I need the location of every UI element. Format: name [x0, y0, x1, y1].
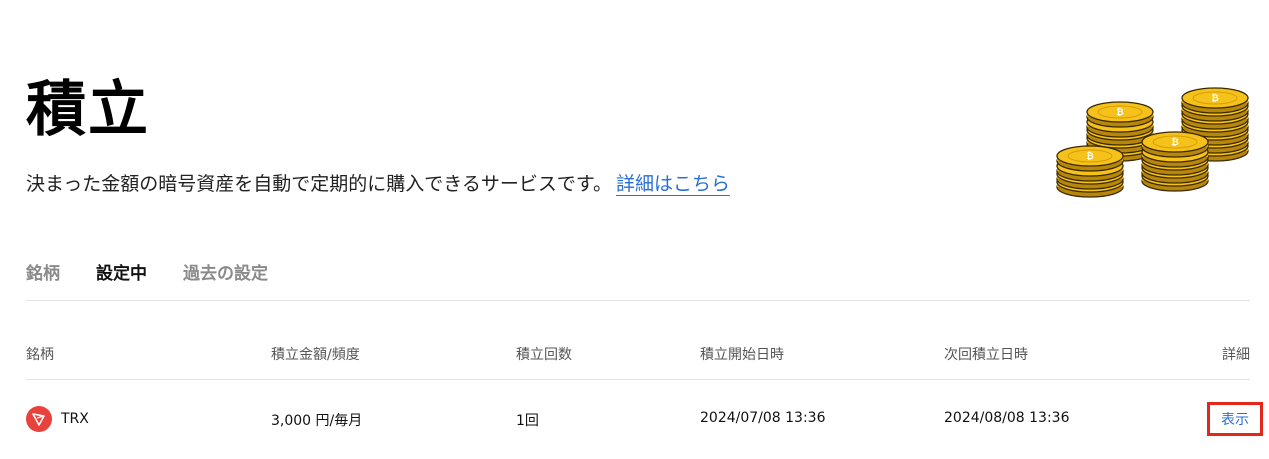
- tab-bar: 銘柄 設定中 過去の設定: [26, 262, 304, 286]
- count-value: 1回: [516, 413, 539, 429]
- amount-frequency-value: 3,000 円/毎月: [271, 413, 363, 429]
- asset-cell: TRX: [26, 406, 89, 432]
- tab-assets[interactable]: 銘柄: [26, 262, 60, 286]
- header-detail: 詳細: [1222, 347, 1250, 363]
- tab-active-settings[interactable]: 設定中: [96, 262, 147, 286]
- header-count: 積立回数: [516, 347, 572, 363]
- tron-icon: [26, 406, 52, 432]
- view-detail-button[interactable]: 表示: [1207, 402, 1263, 436]
- table-header: 銘柄 積立金額/頻度 積立回数 積立開始日時 次回積立日時 詳細: [0, 344, 1269, 364]
- start-datetime-value: 2024/07/08 13:36: [700, 410, 826, 426]
- page-description: 決まった金額の暗号資産を自動で定期的に購入できるサービスです。 詳細はこちら: [26, 170, 730, 198]
- asset-name: TRX: [61, 411, 89, 427]
- details-link[interactable]: 詳細はこちら: [615, 173, 730, 196]
- description-text: 決まった金額の暗号資産を自動で定期的に購入できるサービスです。: [26, 173, 612, 195]
- table-row: TRX 3,000 円/毎月 1回 2024/07/08 13:36 2024/…: [0, 402, 1269, 436]
- header-asset: 銘柄: [26, 347, 54, 363]
- tabs-divider: [26, 300, 1250, 301]
- header-amount-frequency: 積立金額/頻度: [271, 347, 360, 363]
- tab-past-settings[interactable]: 過去の設定: [183, 262, 268, 286]
- header-divider: [26, 379, 1250, 380]
- coin-stacks-illustration: ₿: [1056, 84, 1249, 198]
- next-datetime-value: 2024/08/08 13:36: [944, 410, 1070, 426]
- header-start-datetime: 積立開始日時: [700, 347, 784, 363]
- page-title: 積立: [26, 75, 150, 145]
- header-next-datetime: 次回積立日時: [944, 347, 1028, 363]
